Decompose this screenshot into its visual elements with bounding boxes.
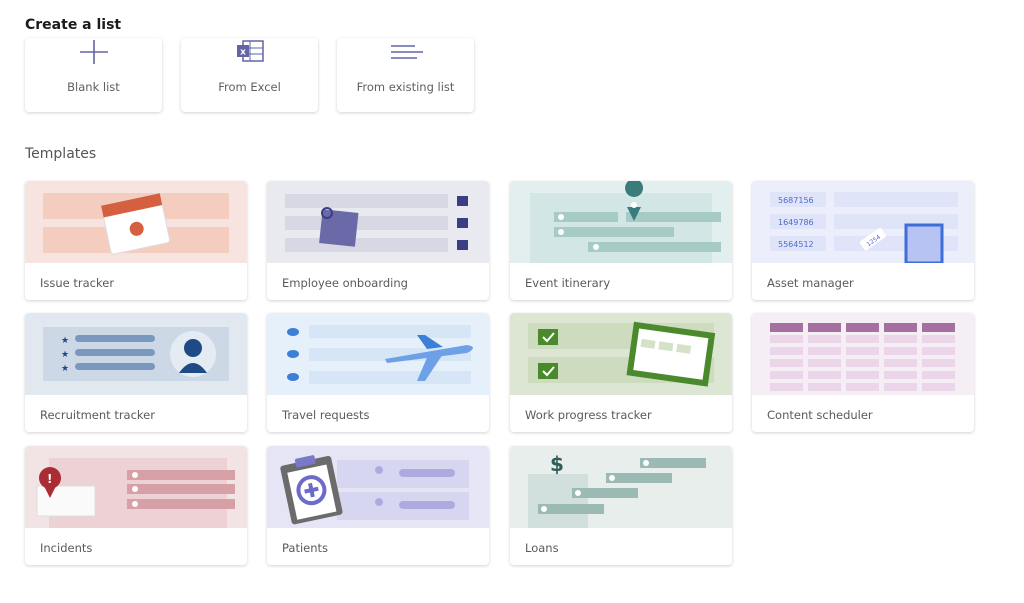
blank-list-label: Blank list	[67, 80, 120, 94]
calendar-grid-icon	[770, 323, 955, 391]
calendar-cell	[884, 383, 917, 391]
from-excel-label: From Excel	[218, 80, 281, 94]
page-title: Create a list	[25, 17, 122, 33]
template-loans[interactable]: $ Loans	[510, 446, 732, 565]
calendar-cell	[922, 347, 955, 355]
from-excel-button[interactable]: x From Excel	[181, 38, 318, 112]
asset-phone-icon: 568715616497865564512 1254	[770, 192, 958, 263]
medical-clipboard-icon	[280, 455, 469, 525]
calendar-cell	[884, 359, 917, 367]
calendar-cell	[922, 383, 955, 391]
template-content-scheduler[interactable]: Content scheduler	[752, 313, 974, 432]
svg-text:★: ★	[61, 350, 69, 360]
template-patients[interactable]: Patients	[267, 446, 489, 565]
calendar-cell	[808, 371, 841, 379]
calendar-cell	[922, 359, 955, 367]
calendar-cell	[770, 323, 803, 332]
airplane-icon	[287, 325, 473, 384]
calendar-cell	[770, 335, 803, 343]
svg-text:5564512: 5564512	[778, 240, 814, 249]
svg-text:5687156: 5687156	[778, 196, 814, 205]
calendar-cell	[808, 359, 841, 367]
calendar-cell	[846, 383, 879, 391]
calendar-cell	[846, 359, 879, 367]
plus-icon	[79, 40, 108, 64]
template-label: Work progress tracker	[525, 408, 652, 422]
blank-list-button[interactable]: Blank list	[25, 38, 162, 112]
template-incidents[interactable]: ! Incidents	[25, 446, 247, 565]
location-pin-icon	[530, 181, 721, 263]
calendar-cell	[884, 371, 917, 379]
svg-text:x: x	[240, 48, 246, 58]
calendar-cell	[922, 323, 955, 332]
template-travel-requests[interactable]: Travel requests	[267, 313, 489, 432]
person-profile-icon: ★ ★ ★	[43, 327, 229, 381]
template-recruitment-tracker[interactable]: ★ ★ ★ Recruitment tracker	[25, 313, 247, 432]
template-label: Content scheduler	[767, 408, 873, 422]
calendar-cell	[808, 335, 841, 343]
calendar-cell	[884, 347, 917, 355]
template-event-itinerary[interactable]: Event itinerary	[510, 181, 732, 300]
template-label: Recruitment tracker	[40, 408, 155, 422]
template-label: Event itinerary	[525, 276, 611, 290]
calendar-cell	[770, 359, 803, 367]
calendar-cell	[884, 335, 917, 343]
dollar-steps-icon: $	[528, 452, 706, 528]
calendar-cell	[884, 323, 917, 332]
calendar-cell	[846, 371, 879, 379]
template-label: Incidents	[40, 541, 93, 555]
calendar-cell	[922, 371, 955, 379]
calendar-cell	[808, 347, 841, 355]
from-existing-list-button[interactable]: From existing list	[337, 38, 474, 112]
template-label: Patients	[282, 541, 329, 555]
excel-icon: x	[236, 40, 264, 62]
svg-text:!: !	[47, 472, 52, 486]
template-label: Issue tracker	[40, 276, 115, 290]
calendar-cell	[770, 347, 803, 355]
template-label: Travel requests	[282, 408, 370, 422]
template-asset-manager[interactable]: 5687156 1649786 5564512 1254 Asset manager	[752, 181, 974, 300]
svg-text:$: $	[550, 452, 564, 476]
from-existing-list-label: From existing list	[356, 80, 455, 94]
calendar-cell	[922, 335, 955, 343]
templates-heading: Templates	[25, 146, 97, 162]
svg-text:1649786: 1649786	[778, 218, 814, 227]
calendar-cell	[770, 371, 803, 379]
template-employee-onboarding[interactable]: Employee onboarding	[267, 181, 489, 300]
template-label: Asset manager	[767, 276, 854, 290]
calendar-cell	[808, 383, 841, 391]
calendar-cell	[808, 323, 841, 332]
svg-text:★: ★	[61, 336, 69, 346]
clipboard-check-icon	[285, 194, 468, 252]
calendar-bug-icon	[43, 193, 229, 255]
svg-text:★: ★	[61, 364, 69, 374]
calendar-cell	[846, 347, 879, 355]
calendar-cell	[770, 383, 803, 391]
checklist-board-icon	[528, 321, 716, 387]
template-work-progress-tracker[interactable]: Work progress tracker	[510, 313, 732, 432]
lines-icon	[390, 45, 423, 59]
calendar-cell	[846, 335, 879, 343]
template-label: Loans	[525, 541, 559, 555]
template-label: Employee onboarding	[282, 276, 408, 290]
template-issue-tracker[interactable]: Issue tracker	[25, 181, 247, 300]
alert-map-icon: !	[36, 458, 235, 528]
calendar-cell	[846, 323, 879, 332]
